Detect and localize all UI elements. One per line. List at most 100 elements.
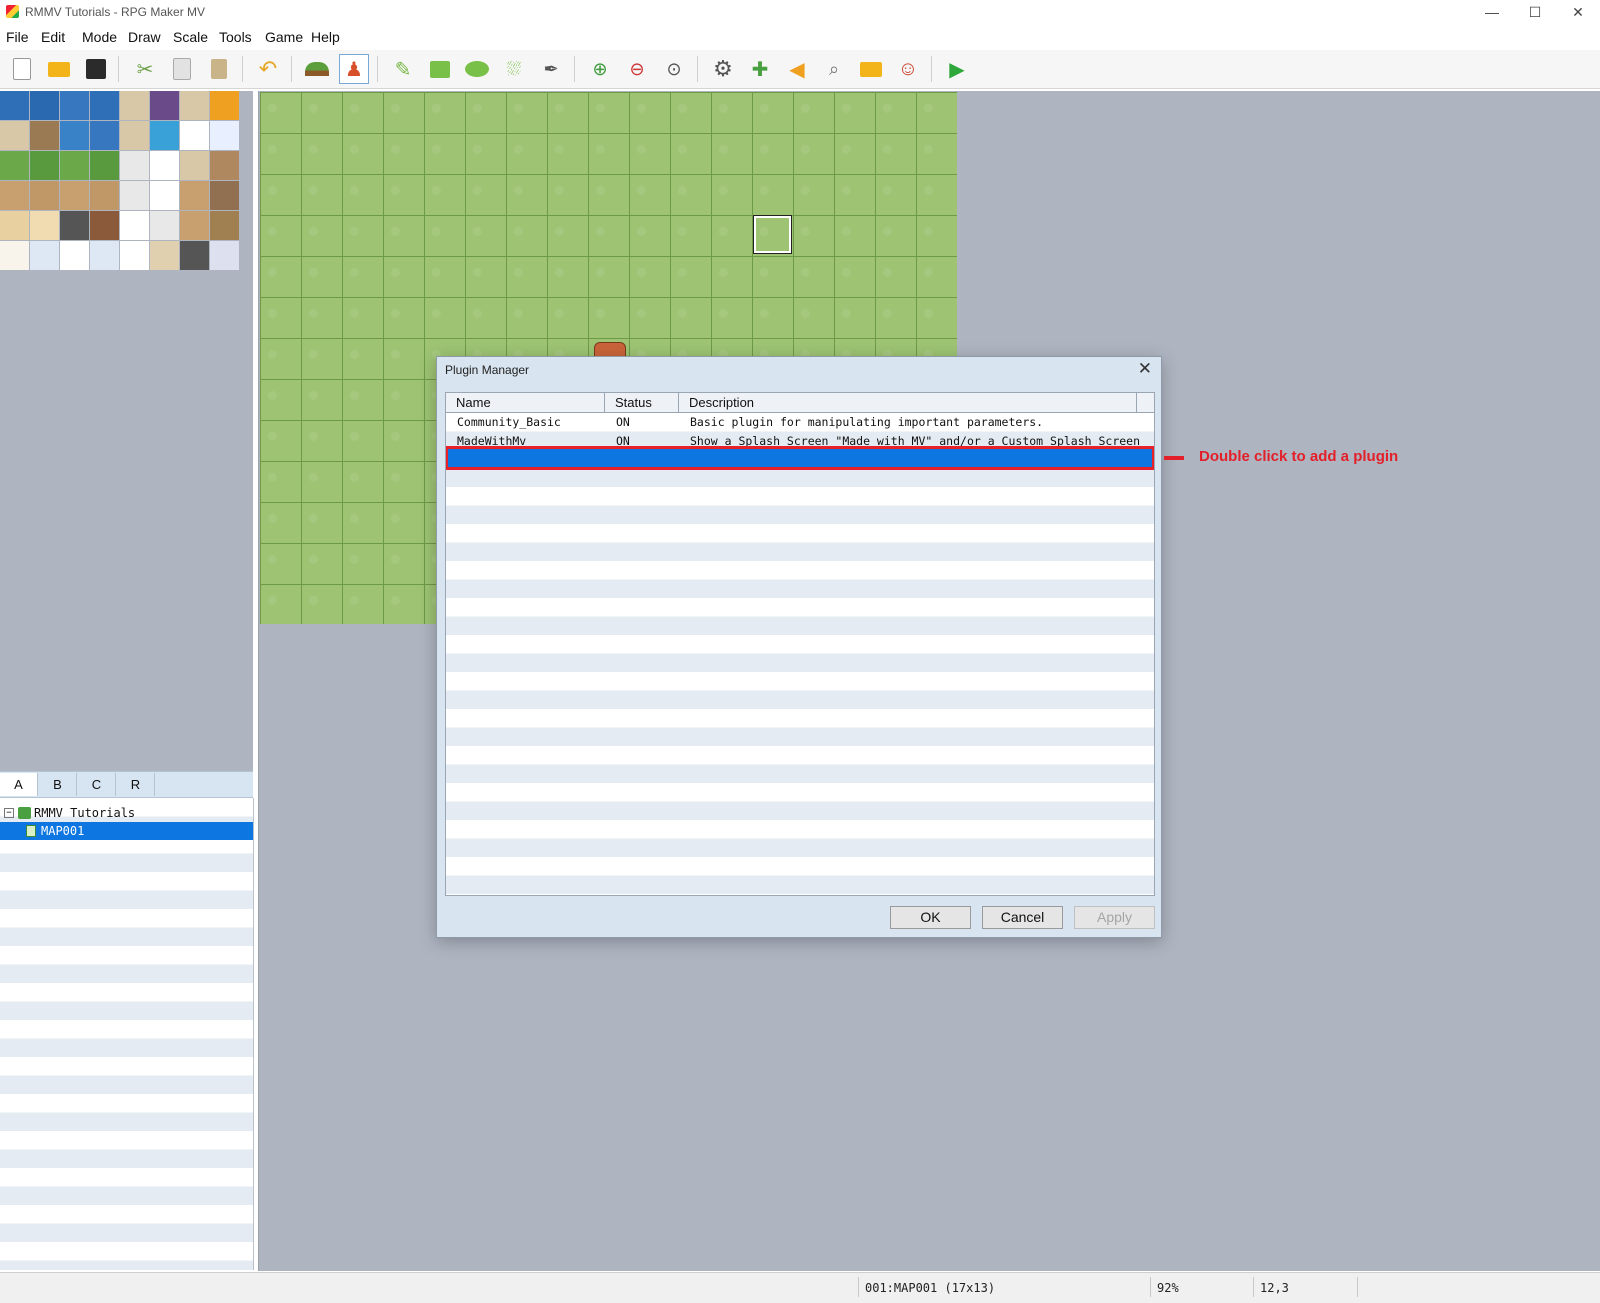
undo-icon[interactable]: ↶ [253,54,283,84]
zoom-in-icon[interactable]: ⊕ [585,54,615,84]
menu-draw[interactable]: Draw [128,29,161,45]
tab-r[interactable]: R [117,773,155,796]
tile-swatch[interactable] [150,211,179,240]
menu-edit[interactable]: Edit [41,29,65,45]
tile-swatch[interactable] [150,121,179,150]
tile-swatch[interactable] [120,121,149,150]
tile-swatch[interactable] [30,211,59,240]
plugin-row[interactable]: MadeWithMv ON Show a Splash Screen "Made… [446,432,1154,450]
tile-swatch[interactable] [180,211,209,240]
tile-swatch[interactable] [60,121,89,150]
zoom-out-icon[interactable]: ⊖ [622,54,652,84]
tile-swatch[interactable] [30,151,59,180]
tile-swatch[interactable] [90,211,119,240]
tile-swatch[interactable] [150,241,179,270]
collapse-icon[interactable]: − [4,808,14,818]
tile-swatch[interactable] [90,151,119,180]
tile-swatch[interactable] [120,211,149,240]
tree-map-item[interactable]: MAP001 [0,822,253,840]
tile-swatch[interactable] [90,121,119,150]
event-mode-icon[interactable]: ♟ [339,54,369,84]
tile-swatch[interactable] [210,241,239,270]
ellipse-icon[interactable] [462,54,492,84]
tile-swatch[interactable] [180,151,209,180]
tile-swatch[interactable] [210,91,239,120]
minimize-button[interactable]: — [1470,0,1514,24]
ok-button[interactable]: OK [890,906,971,929]
paste-icon[interactable] [204,54,234,84]
cut-icon[interactable]: ✂ [130,54,160,84]
map-mode-icon[interactable] [302,54,332,84]
menu-mode[interactable]: Mode [82,29,117,45]
column-description[interactable]: Description [679,393,1137,412]
tile-swatch[interactable] [120,91,149,120]
tile-swatch[interactable] [180,121,209,150]
column-status[interactable]: Status [605,393,679,412]
plugin-row[interactable]: Community_Basic ON Basic plugin for mani… [446,413,1154,431]
dialog-close-icon[interactable]: ✕ [1138,359,1152,379]
tile-swatch[interactable] [30,241,59,270]
tile-swatch[interactable] [60,91,89,120]
tile-swatch[interactable] [0,151,29,180]
tile-swatch[interactable] [150,91,179,120]
tile-swatch[interactable] [210,181,239,210]
tile-swatch[interactable] [210,151,239,180]
tile-swatch[interactable] [0,211,29,240]
playtest-icon[interactable]: ▶ [942,54,972,84]
resource-manager-icon[interactable] [856,54,886,84]
tile-swatch[interactable] [120,241,149,270]
close-window-button[interactable]: ✕ [1556,0,1600,24]
open-project-icon[interactable] [44,54,74,84]
tile-swatch[interactable] [180,181,209,210]
rectangle-icon[interactable] [425,54,455,84]
pencil-icon[interactable]: ✎ [388,54,418,84]
tile-swatch[interactable] [210,121,239,150]
cancel-button[interactable]: Cancel [982,906,1063,929]
column-name[interactable]: Name [446,393,605,412]
plugin-list[interactable]: Name Status Description Community_Basic … [445,392,1155,896]
plugin-manager-icon[interactable]: ✚ [745,54,775,84]
flood-fill-icon[interactable]: ⛆ [499,54,529,84]
new-plugin-row[interactable] [446,446,1154,470]
tab-b[interactable]: B [39,773,77,796]
menu-scale[interactable]: Scale [173,29,208,45]
database-icon[interactable]: ⚙ [708,54,738,84]
tile-swatch[interactable] [60,241,89,270]
tile-swatch[interactable] [60,151,89,180]
menu-help[interactable]: Help [311,29,340,45]
tile-swatch[interactable] [60,181,89,210]
maximize-button[interactable]: ☐ [1513,0,1557,24]
event-searcher-icon[interactable]: ⌕ [819,54,849,84]
tile-swatch[interactable] [0,91,29,120]
character-generator-icon[interactable]: ☺ [893,54,923,84]
save-project-icon[interactable] [81,54,111,84]
new-project-icon[interactable] [7,54,37,84]
menu-game[interactable]: Game [265,29,303,45]
tab-a[interactable]: A [0,773,38,796]
tree-project[interactable]: − RMMV Tutorials [0,804,253,822]
tile-swatch[interactable] [90,181,119,210]
tile-swatch[interactable] [90,91,119,120]
tile-swatch[interactable] [210,211,239,240]
menu-file[interactable]: File [6,29,29,45]
tileset-palette[interactable] [0,91,253,771]
copy-icon[interactable] [167,54,197,84]
tile-swatch[interactable] [180,241,209,270]
tile-swatch[interactable] [0,241,29,270]
tile-swatch[interactable] [60,211,89,240]
tile-swatch[interactable] [150,181,179,210]
tab-c[interactable]: C [78,773,116,796]
sound-test-icon[interactable]: ◀ [782,54,812,84]
shadow-pen-icon[interactable]: ✒ [536,54,566,84]
tile-swatch[interactable] [120,151,149,180]
menu-tools[interactable]: Tools [219,29,252,45]
tile-swatch[interactable] [0,181,29,210]
tile-swatch[interactable] [30,181,59,210]
apply-button[interactable]: Apply [1074,906,1155,929]
tile-swatch[interactable] [120,181,149,210]
tile-swatch[interactable] [0,121,29,150]
tile-swatch[interactable] [30,91,59,120]
tile-swatch[interactable] [150,151,179,180]
tile-swatch[interactable] [90,241,119,270]
tile-swatch[interactable] [180,91,209,120]
